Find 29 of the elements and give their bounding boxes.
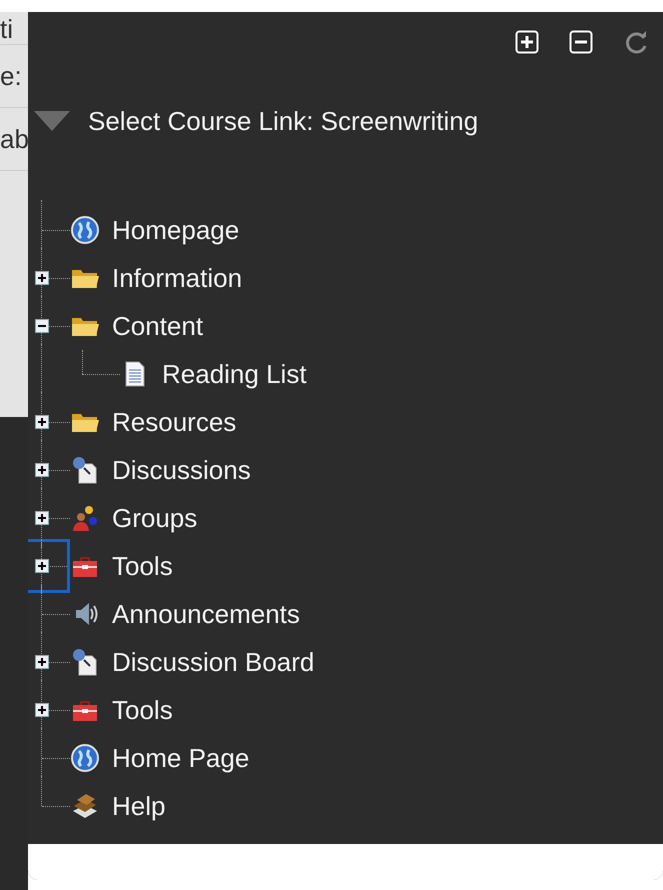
expand-icon[interactable] xyxy=(35,559,49,573)
expand-icon[interactable] xyxy=(35,655,49,669)
tree-item[interactable]: Content xyxy=(112,310,204,342)
tree-item[interactable]: Tools xyxy=(112,694,173,726)
expand-icon[interactable] xyxy=(35,703,49,717)
collapse-icon[interactable] xyxy=(35,319,49,333)
globe-icon xyxy=(70,215,100,245)
tree-item[interactable]: Home Page xyxy=(112,742,250,774)
tree-item[interactable]: Help xyxy=(112,790,166,822)
tree-item[interactable]: Resources xyxy=(112,406,236,438)
tree-item[interactable]: Reading List xyxy=(162,358,307,390)
tree-item[interactable]: Announcements xyxy=(112,598,300,630)
tree-item[interactable]: Tools xyxy=(112,550,173,582)
people-icon xyxy=(70,503,100,533)
tree-item[interactable]: Discussions xyxy=(112,454,251,486)
expand-icon[interactable] xyxy=(35,271,49,285)
tree-item[interactable]: Groups xyxy=(112,502,198,534)
tree-item[interactable]: Information xyxy=(112,262,242,294)
collapse-all-icon[interactable] xyxy=(569,30,593,54)
expand-all-icon[interactable] xyxy=(515,30,539,54)
menu-heading: Select Course Link: Screenwriting xyxy=(88,106,478,136)
dropdown-triangle-icon[interactable] xyxy=(34,111,70,131)
expand-icon[interactable] xyxy=(35,415,49,429)
tree-item[interactable]: Discussion Board xyxy=(112,646,314,678)
tree-item[interactable]: Homepage xyxy=(112,214,240,246)
globe-icon xyxy=(70,743,100,773)
refresh-icon[interactable] xyxy=(623,30,649,56)
expand-icon[interactable] xyxy=(35,463,49,477)
expand-icon[interactable] xyxy=(35,511,49,525)
